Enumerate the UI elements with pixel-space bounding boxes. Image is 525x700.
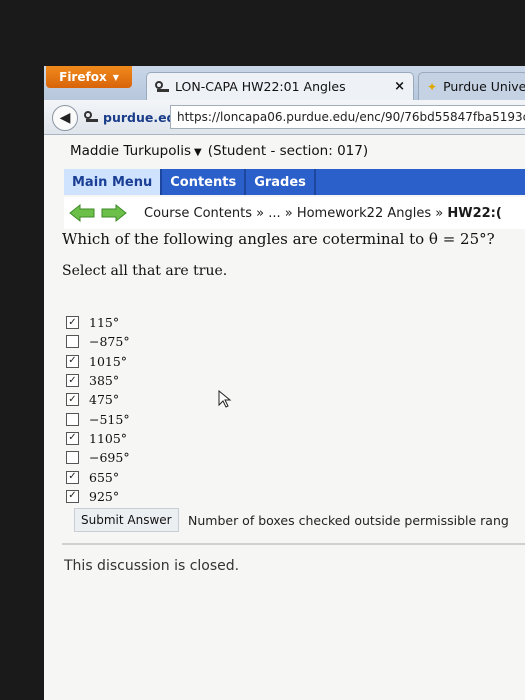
mouse-cursor-icon <box>218 390 232 408</box>
submit-answer-button[interactable]: Submit Answer <box>74 508 179 532</box>
user-name[interactable]: Maddie Turkupolis <box>70 143 191 159</box>
option-checkbox-checked[interactable]: ✓ <box>66 374 79 388</box>
page-content: Maddie Turkupolis ▼ (Student - section: 01… <box>44 135 525 700</box>
menu-item-grades[interactable]: Grades <box>246 169 316 195</box>
answer-status-message: Number of boxes checked outside permissi… <box>188 513 509 528</box>
option-row: −515° <box>66 409 130 428</box>
option-label: 1015° <box>89 353 128 369</box>
option-label: 115° <box>89 315 120 331</box>
problem-question: Which of the following angles are coterm… <box>62 230 495 248</box>
option-row: ✓ 925° <box>66 487 130 506</box>
divider <box>62 543 525 545</box>
option-label: 475° <box>89 392 120 408</box>
tab-title: Purdue Univer <box>443 79 525 94</box>
option-label: 385° <box>89 373 120 389</box>
option-checkbox[interactable] <box>66 335 79 349</box>
user-role-section: (Student - section: 017) <box>207 143 369 159</box>
option-label: −695° <box>89 450 130 466</box>
option-checkbox[interactable] <box>66 412 79 426</box>
green-right-arrow-icon[interactable] <box>100 203 128 223</box>
option-checkbox-checked[interactable]: ✓ <box>66 316 79 330</box>
option-row: ✓ 115° <box>66 313 130 332</box>
option-checkbox-checked[interactable]: ✓ <box>66 470 79 484</box>
problem-instruction: Select all that are true. <box>62 263 228 279</box>
back-button[interactable]: ◀ <box>52 105 78 131</box>
discussion-closed-message: This discussion is closed. <box>64 558 240 574</box>
main-menu-bar: Main Menu Contents Grades <box>64 169 525 195</box>
site-favicon-icon <box>84 111 98 123</box>
option-label: −875° <box>89 334 130 350</box>
option-checkbox[interactable] <box>66 451 79 465</box>
user-dropdown-icon[interactable]: ▼ <box>194 147 202 158</box>
option-checkbox-checked[interactable]: ✓ <box>66 354 79 368</box>
options-list: ✓ 115° −875° ✓ 1015° ✓ 385° ✓ 475° −515° ✓ 11… <box>66 313 130 506</box>
tab-title: LON-CAPA HW22:01 Angles <box>175 79 346 94</box>
green-left-arrow-icon[interactable] <box>68 203 96 223</box>
close-tab-button[interactable]: × <box>394 79 405 94</box>
option-checkbox-checked[interactable]: ✓ <box>66 431 79 445</box>
option-row: −695° <box>66 448 130 467</box>
breadcrumb-current: HW22:( <box>447 205 502 221</box>
menu-item-contents[interactable]: Contents <box>162 169 247 195</box>
option-row: ✓ 1105° <box>66 429 130 448</box>
menu-item-main-menu[interactable]: Main Menu <box>64 169 163 195</box>
tab-loncapa[interactable]: LON-CAPA HW22:01 Angles × <box>146 72 414 100</box>
chevron-down-icon: ▼ <box>112 72 119 82</box>
option-row: ✓ 475° <box>66 390 130 409</box>
option-row: −875° <box>66 332 130 351</box>
tab-purdue[interactable]: ✦ Purdue Univer <box>418 72 525 100</box>
option-row: ✓ 385° <box>66 371 130 390</box>
navigation-bar: ◀ purdue.edu https://loncapa06.purdue.ed… <box>44 100 525 135</box>
firefox-menu-button[interactable]: Firefox ▼ <box>46 66 132 88</box>
option-checkbox-checked[interactable]: ✓ <box>66 489 79 503</box>
option-label: 655° <box>89 469 120 485</box>
loncapa-favicon-icon <box>155 80 169 93</box>
firefox-menu-label: Firefox <box>59 70 107 84</box>
breadcrumb-path[interactable]: Course Contents » ... » Homework22 Angle… <box>144 206 443 221</box>
purdue-favicon-icon: ✦ <box>427 79 438 94</box>
option-row: ✓ 1015° <box>66 352 130 371</box>
breadcrumb: Course Contents » ... » Homework22 Angle… <box>64 197 525 229</box>
option-label: −515° <box>89 411 130 427</box>
tab-strip: Firefox ▼ LON-CAPA HW22:01 Angles × ✦ Pu… <box>44 66 525 100</box>
option-row: ✓ 655° <box>66 467 130 486</box>
option-label: 1105° <box>89 430 128 446</box>
browser-window: Firefox ▼ LON-CAPA HW22:01 Angles × ✦ Pu… <box>44 66 525 700</box>
user-info: Maddie Turkupolis ▼ (Student - section: 01… <box>70 143 368 159</box>
option-label: 925° <box>89 488 120 504</box>
back-arrow-icon: ◀ <box>59 110 71 126</box>
option-checkbox-checked[interactable]: ✓ <box>66 393 79 407</box>
url-input[interactable]: https://loncapa06.purdue.edu/enc/90/76bd… <box>170 105 525 129</box>
